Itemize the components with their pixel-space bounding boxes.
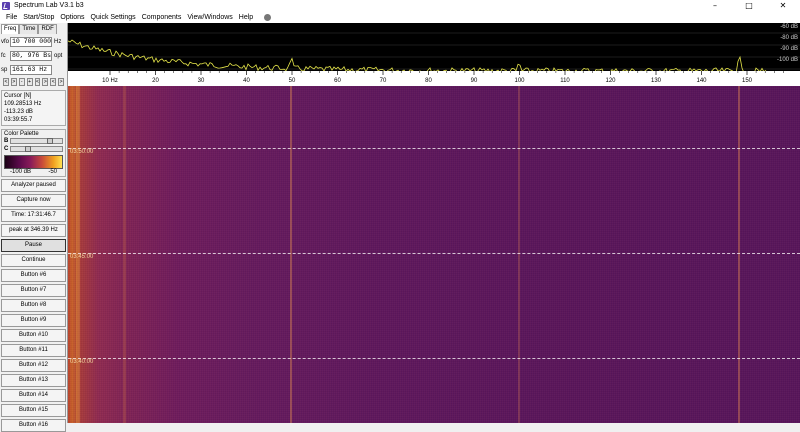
menu-start-stop[interactable]: Start/Stop <box>20 14 57 21</box>
shift-left-button[interactable]: < <box>3 78 9 86</box>
signal-trace <box>290 86 292 423</box>
palette-min: -100 dB <box>10 169 32 175</box>
sp-field[interactable]: 161.63 Hz <box>10 65 52 75</box>
step-right-button[interactable]: > <box>42 78 49 86</box>
menu-file[interactable]: File <box>3 14 20 21</box>
minimize-button[interactable]: – <box>698 0 732 11</box>
freq-label: 90 <box>471 78 478 84</box>
menu-quick-settings[interactable]: Quick Settings <box>88 14 139 21</box>
shift-right-button[interactable]: > <box>10 78 17 86</box>
time-label: 03:40:00 <box>70 359 94 365</box>
sp-label: sp <box>1 67 8 73</box>
freq-label: 60 <box>334 78 341 84</box>
menu-components[interactable]: Components <box>139 14 185 21</box>
vfo-label: vfo <box>1 39 10 45</box>
maximize-button[interactable]: □ <box>732 0 766 11</box>
zoom-in-button[interactable]: + <box>26 78 33 86</box>
palette-max: -50 <box>48 169 57 175</box>
signal-trace <box>738 86 740 423</box>
button-6[interactable]: Button #6 <box>1 269 66 282</box>
contrast-slider[interactable] <box>10 146 63 152</box>
capture-now-button[interactable]: Capture now <box>1 194 66 207</box>
cursor-info: Cursor [N] 109.28513 Hz -113.23 dB 03:39… <box>1 90 66 126</box>
app-icon <box>2 1 10 10</box>
freq-label: 120 <box>605 78 616 84</box>
time-label: 03:45:00 <box>70 254 94 260</box>
freq-label: 150 <box>742 78 753 84</box>
time-display-button[interactable]: Time: 17:31:46.7 <box>1 209 66 222</box>
brightness-thumb[interactable] <box>47 138 53 144</box>
fc-field[interactable]: 80, 976 Bs <box>10 51 52 61</box>
menu-bar: File Start/Stop Options Quick Settings C… <box>0 11 800 23</box>
button-7[interactable]: Button #7 <box>1 284 66 297</box>
palette-gradient[interactable] <box>4 155 63 169</box>
tab-freq[interactable]: Freq <box>1 24 20 34</box>
db-label: -100 dB <box>777 57 798 63</box>
freq-label: 140 <box>696 78 707 84</box>
title-bar: Spectrum Lab V3.1 b3 – □ ✕ <box>0 0 800 11</box>
span-left-button[interactable]: < <box>50 78 57 86</box>
freq-label: 70 <box>380 78 387 84</box>
close-button[interactable]: ✕ <box>766 0 800 11</box>
time-marker-line <box>68 358 800 359</box>
waterfall-noise <box>68 86 800 423</box>
menu-view-windows[interactable]: View/Windows <box>184 14 235 21</box>
cursor-header: Cursor [N] <box>4 93 32 99</box>
freq-label: 130 <box>651 78 662 84</box>
button-11[interactable]: Button #11 <box>1 344 66 357</box>
freq-label: 50 <box>289 78 296 84</box>
button-13[interactable]: Button #13 <box>1 374 66 387</box>
cursor-level: -113.23 dB <box>4 109 33 115</box>
analyzer-paused-button[interactable]: Analyzer paused <box>1 179 66 192</box>
continue-button[interactable]: Continue <box>1 254 66 267</box>
time-label: 03:50:00 <box>70 149 94 155</box>
freq-label: 40 <box>243 78 250 84</box>
button-16[interactable]: Button #16 <box>1 419 66 432</box>
status-dot-icon[interactable] <box>264 13 272 21</box>
fc-opt-button[interactable]: opt <box>54 53 62 59</box>
button-12[interactable]: Button #12 <box>1 359 66 372</box>
db-label: -90 dB <box>780 46 798 52</box>
color-palette: Color Palette B C -100 dB -50 <box>1 129 66 177</box>
tab-time[interactable]: Time <box>19 24 39 34</box>
db-label: -80 dB <box>780 35 798 41</box>
window-title: Spectrum Lab V3.1 b3 <box>14 2 84 9</box>
cursor-time: 03:39:55.7 <box>4 117 33 123</box>
cursor-frequency: 109.28513 Hz <box>4 101 42 107</box>
menu-options[interactable]: Options <box>57 14 87 21</box>
button-14[interactable]: Button #14 <box>1 389 66 402</box>
span-right-button[interactable]: > <box>58 78 64 86</box>
time-marker-line <box>68 148 800 149</box>
freq-label: 80 <box>425 78 432 84</box>
zoom-out-button[interactable]: - <box>18 78 25 86</box>
freq-label: 20 <box>152 78 159 84</box>
freq-label: 100 <box>514 78 525 84</box>
contrast-thumb[interactable] <box>25 146 31 152</box>
button-10[interactable]: Button #10 <box>1 329 66 342</box>
frequency-axis: 10 Hz 20 30 40 50 60 70 80 90 100 110 120 130 140 150 <box>68 71 800 86</box>
db-label: -60 dB <box>780 24 798 30</box>
waterfall-display[interactable]: 03:50:00 03:45:00 03:40:00 <box>68 86 800 423</box>
vfo-unit: Hz <box>54 39 62 45</box>
signal-trace <box>518 86 520 423</box>
peak-display-button[interactable]: peak at 346.39 Hz <box>1 224 66 237</box>
freq-label: 30 <box>198 78 205 84</box>
freq-label: 110 <box>560 78 570 84</box>
fc-label: fc <box>1 53 6 59</box>
freq-label: 10 Hz <box>102 78 118 84</box>
control-panel: Freq Time RDF vfo 10 700 000 Hz fc 80, 9… <box>0 23 68 432</box>
signal-trace <box>123 86 126 423</box>
time-marker-line <box>68 253 800 254</box>
step-left-button[interactable]: < <box>34 78 41 86</box>
button-8[interactable]: Button #8 <box>1 299 66 312</box>
button-9[interactable]: Button #9 <box>1 314 66 327</box>
tab-rdf[interactable]: RDF <box>38 24 57 34</box>
button-15[interactable]: Button #15 <box>1 404 66 417</box>
menu-help[interactable]: Help <box>236 14 256 21</box>
vfo-field[interactable]: 10 700 000 <box>10 37 52 47</box>
pause-button[interactable]: Pause <box>1 239 66 252</box>
brightness-slider[interactable] <box>10 138 63 144</box>
